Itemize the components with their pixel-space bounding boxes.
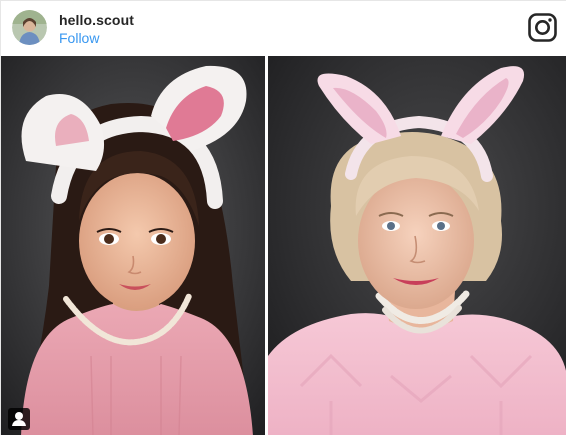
follow-button[interactable]: Follow bbox=[59, 30, 99, 46]
post-header: hello.scout Follow bbox=[1, 1, 566, 56]
avatar[interactable] bbox=[12, 10, 47, 45]
instagram-icon[interactable] bbox=[528, 13, 557, 42]
instagram-post: hello.scout Follow bbox=[0, 0, 566, 435]
right-portrait bbox=[268, 56, 566, 435]
avatar-image bbox=[12, 10, 47, 45]
user-tag-icon[interactable] bbox=[8, 408, 30, 430]
username[interactable]: hello.scout bbox=[59, 12, 134, 28]
post-photo[interactable] bbox=[1, 56, 566, 435]
left-portrait bbox=[1, 56, 265, 435]
